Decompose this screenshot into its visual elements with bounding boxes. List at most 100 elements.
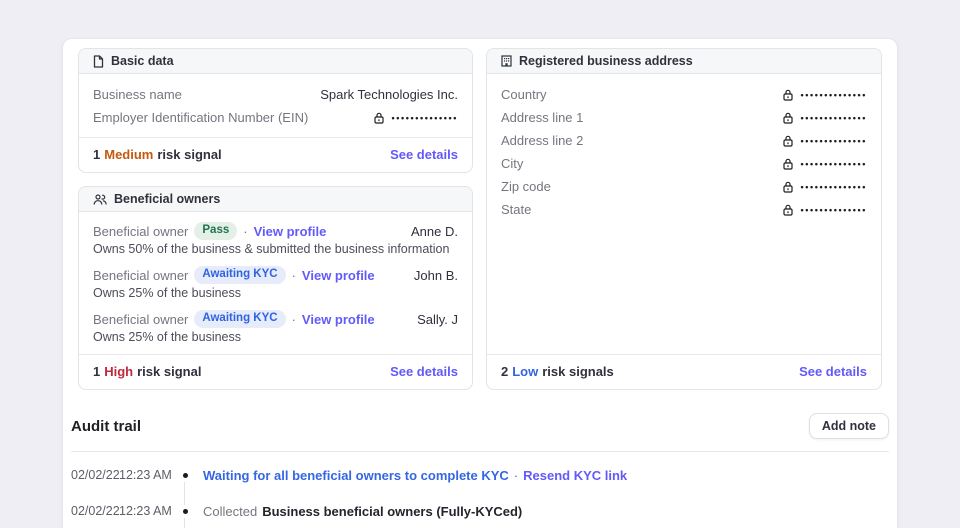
view-profile-link[interactable]: View profile [254,224,327,239]
risk-count: 2 [501,364,509,379]
risk-signal-summary: 2 Low risk signals [501,364,614,379]
audit-entry: 02/02/22 12:23 AM Collected Business ben… [71,504,889,519]
field-row-state: State •••••••••••••• [501,198,867,221]
account-overview-panel: Basic data Business name Spark Technolog… [62,38,898,528]
owner-name: Anne D. [411,223,458,239]
kyc-status-badge: Awaiting KYC [194,266,286,284]
lock-icon [783,158,794,170]
risk-level: Low [512,364,539,379]
audit-entry-content: Waiting for all beneficial owners to com… [203,468,627,483]
beneficial-owners-card-header: Beneficial owners [79,187,472,212]
add-note-button[interactable]: Add note [808,413,889,439]
beneficial-owner-row: Beneficial owner Awaiting KYC · View pro… [93,309,458,344]
cards-grid: Basic data Business name Spark Technolog… [78,48,882,390]
owner-description: Owns 25% of the business [93,286,241,300]
beneficial-owner-row: Beneficial owner Awaiting KYC · View pro… [93,265,458,300]
field-row-address-line-2: Address line 2 •••••••••••••• [501,129,867,152]
redacted-dots: •••••••••••••• [800,205,867,215]
audit-trail-title: Audit trail [71,417,141,435]
audit-entry-date: 02/02/22 [71,468,120,482]
view-profile-link[interactable]: View profile [302,312,375,327]
field-label: Zip code [501,179,551,194]
field-row-zip-code: Zip code •••••••••••••• [501,175,867,198]
field-row-city: City •••••••••••••• [501,152,867,175]
beneficial-owners-card: Beneficial owners Beneficial owner Pass … [78,186,473,390]
field-label: Address line 2 [501,133,584,148]
risk-suffix: risk signal [157,147,222,162]
audit-entry-time: 12:23 AM [119,468,172,482]
redacted-value: •••••••••••••• [783,158,867,170]
field-label: State [501,202,532,217]
timeline-marker [175,468,195,478]
lock-icon [783,204,794,216]
redacted-dots: •••••••••••••• [800,90,867,100]
field-label: Business name [93,87,182,102]
field-label: Country [501,87,547,102]
see-details-link[interactable]: See details [799,364,867,379]
owner-line: Beneficial owner Awaiting KYC · View pro… [93,265,458,285]
beneficial-owner-row: Beneficial owner Pass · View profile Ann… [93,221,458,256]
registered-address-card-body: Country •••••••••••••• Address line 1 ••… [487,74,881,354]
resend-kyc-link[interactable]: Resend KYC link [523,468,627,483]
owner-name: Sally. J [417,311,458,327]
separator-dot: · [291,311,296,327]
beneficial-owners-card-body: Beneficial owner Pass · View profile Ann… [79,212,472,354]
risk-signal-summary: 1 High risk signal [93,364,201,379]
separator-dot: · [243,223,248,239]
risk-signal-summary: 1 Medium risk signal [93,147,222,162]
risk-suffix: risk signal [137,364,202,379]
audit-entry-date: 02/02/22 [71,504,120,518]
lock-icon [374,112,385,124]
risk-count: 1 [93,364,101,379]
card-title: Basic data [111,54,174,68]
right-column: Registered business address Country ••••… [486,48,882,390]
separator-dot: · [291,267,296,283]
redacted-value: •••••••••••••• [783,204,867,216]
audit-entry-message: Business beneficial owners (Fully-KYCed) [262,504,523,519]
left-column: Basic data Business name Spark Technolog… [78,48,473,390]
redacted-value: •••••••••••••• [783,181,867,193]
audit-entry: 02/02/22 12:23 AM Waiting for all benefi… [71,468,889,483]
basic-data-risk-footer: 1 Medium risk signal See details [79,137,472,172]
redacted-value: •••••••••••••• [374,112,458,124]
owner-description: Owns 25% of the business [93,330,241,344]
field-label: Employer Identification Number (EIN) [93,110,309,125]
field-label: City [501,156,524,171]
redacted-dots: •••••••••••••• [391,113,458,123]
owner-label: Beneficial owner [93,223,189,239]
field-row-ein: Employer Identification Number (EIN) •••… [93,106,458,129]
owner-line: Beneficial owner Pass · View profile Ann… [93,221,458,241]
lock-icon [783,112,794,124]
building-icon [501,55,512,67]
kyc-status-badge: Pass [194,222,238,240]
owner-name: John B. [413,267,458,283]
lock-icon [783,135,794,147]
risk-level: Medium [104,147,154,162]
separator-dot: · [513,468,519,483]
card-title: Beneficial owners [114,192,221,206]
redacted-value: •••••••••••••• [783,112,867,124]
field-row-address-line-1: Address line 1 •••••••••••••• [501,106,867,129]
owner-label: Beneficial owner [93,267,189,283]
lock-icon [783,89,794,101]
redacted-dots: •••••••••••••• [800,159,867,169]
registered-address-card: Registered business address Country ••••… [486,48,882,390]
redacted-dots: •••••••••••••• [800,113,867,123]
basic-data-card-body: Business name Spark Technologies Inc. Em… [79,74,472,137]
see-details-link[interactable]: See details [390,364,458,379]
lock-icon [783,181,794,193]
beneficial-owners-risk-footer: 1 High risk signal See details [79,354,472,389]
redacted-value: •••••••••••••• [783,135,867,147]
card-title: Registered business address [519,54,693,68]
document-icon [93,54,104,68]
audit-entry-time: 12:23 AM [119,504,172,518]
audit-timeline: 02/02/22 12:23 AM Waiting for all benefi… [71,452,889,528]
registered-address-card-header: Registered business address [487,49,881,74]
see-details-link[interactable]: See details [390,147,458,162]
owner-line: Beneficial owner Awaiting KYC · View pro… [93,309,458,329]
risk-suffix: risk signals [542,364,614,379]
audit-entry-message: Waiting for all beneficial owners to com… [203,468,509,483]
redacted-value: •••••••••••••• [783,89,867,101]
view-profile-link[interactable]: View profile [302,268,375,283]
registered-address-risk-footer: 2 Low risk signals See details [487,354,881,389]
